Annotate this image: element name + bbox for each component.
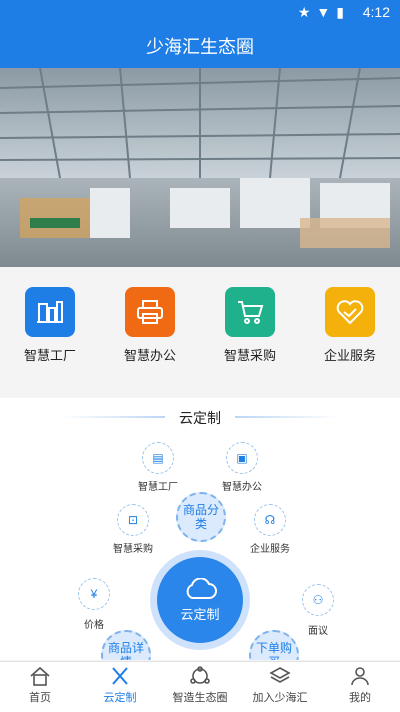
tab-join[interactable]: 加入少海汇 — [240, 666, 320, 705]
user-icon — [351, 667, 369, 686]
bag-icon: ⊡ — [117, 504, 149, 536]
node-label: 面议 — [308, 626, 328, 637]
quick-link-factory[interactable]: 智慧工厂 — [0, 287, 100, 364]
bubble-product-detail[interactable]: 商品详情 — [101, 630, 151, 660]
quick-link-purchase[interactable]: 智慧采购 — [200, 287, 300, 364]
tools-icon — [112, 667, 128, 685]
wifi-icon: ▼ — [316, 4, 337, 20]
node-label: 智慧工厂 — [138, 482, 178, 493]
tab-label: 加入少海汇 — [252, 692, 308, 704]
cloud-icon — [186, 577, 217, 599]
star-icon: ★ — [297, 4, 317, 20]
cart-icon — [225, 287, 275, 337]
app-header: 少海汇生态圈 — [0, 24, 400, 68]
quick-link-office[interactable]: 智慧办公 — [100, 287, 200, 364]
ecosystem-icon — [190, 666, 210, 684]
node-label: 价格 — [84, 620, 104, 631]
tab-label: 我的 — [349, 692, 371, 704]
layers-icon — [269, 667, 291, 683]
node-price[interactable]: ¥ 价格 — [72, 578, 116, 631]
bottom-tab-bar: 首页 云定制 智造生态圈 加入少海汇 我的 — [0, 661, 400, 712]
status-time: 4:12 — [362, 4, 390, 20]
cloud-custom-center-button[interactable]: 云定制 — [150, 550, 250, 650]
status-icons: ★▼▮ — [298, 4, 350, 21]
node-label: 智慧办公 — [222, 482, 262, 493]
document-icon: ▤ — [142, 442, 174, 474]
node-label: 企业服务 — [250, 544, 290, 555]
quick-link-label: 智慧工厂 — [23, 348, 76, 363]
cloud-custom-section: 云定制 ▤ 智慧工厂 ▣ 智慧办公 ⊡ 智慧采购 ☊ 企业服务 ¥ 价格 ⚇ 面… — [0, 398, 400, 660]
home-icon — [30, 666, 50, 686]
quick-link-label: 智慧办公 — [123, 348, 176, 363]
quick-link-label: 企业服务 — [323, 348, 376, 363]
node-smart-purchase[interactable]: ⊡ 智慧采购 — [105, 504, 161, 555]
node-smart-office[interactable]: ▣ 智慧办公 — [214, 442, 270, 493]
headset-icon: ☊ — [254, 504, 286, 536]
node-smart-factory[interactable]: ▤ 智慧工厂 — [130, 442, 186, 493]
people-icon: ⚇ — [302, 584, 334, 616]
bubble-order[interactable]: 下单购买 — [249, 630, 299, 660]
quick-link-service[interactable]: 企业服务 — [300, 287, 400, 364]
battery-icon: ▮ — [336, 4, 350, 20]
node-negotiable[interactable]: ⚇ 面议 — [296, 584, 340, 637]
tab-ecosystem[interactable]: 智造生态圈 — [160, 666, 240, 705]
center-label: 云定制 — [180, 606, 220, 622]
tab-cloud-custom[interactable]: 云定制 — [80, 666, 160, 705]
tab-home[interactable]: 首页 — [0, 666, 80, 705]
handshake-icon — [325, 287, 375, 337]
section-title: 云定制 — [179, 410, 221, 426]
status-bar: ★▼▮ 4:12 — [0, 0, 400, 24]
page-title: 少海汇生态圈 — [146, 37, 254, 57]
tab-label: 首页 — [29, 692, 51, 704]
node-label: 智慧采购 — [113, 544, 153, 555]
node-enterprise-service[interactable]: ☊ 企业服务 — [240, 504, 300, 555]
yen-icon: ¥ — [78, 578, 110, 610]
tab-label: 云定制 — [103, 692, 137, 704]
factory-icon — [25, 287, 75, 337]
quick-links: 智慧工厂 智慧办公 智慧采购 企业服务 — [0, 267, 400, 397]
factory-banner-image[interactable] — [0, 68, 400, 267]
quick-link-label: 智慧采购 — [223, 348, 276, 363]
printer-icon — [125, 287, 175, 337]
tab-label: 智造生态圈 — [172, 692, 228, 704]
bubble-product-category[interactable]: 商品分类 — [176, 492, 226, 542]
tab-profile[interactable]: 我的 — [320, 666, 400, 705]
briefcase-icon: ▣ — [226, 442, 258, 474]
